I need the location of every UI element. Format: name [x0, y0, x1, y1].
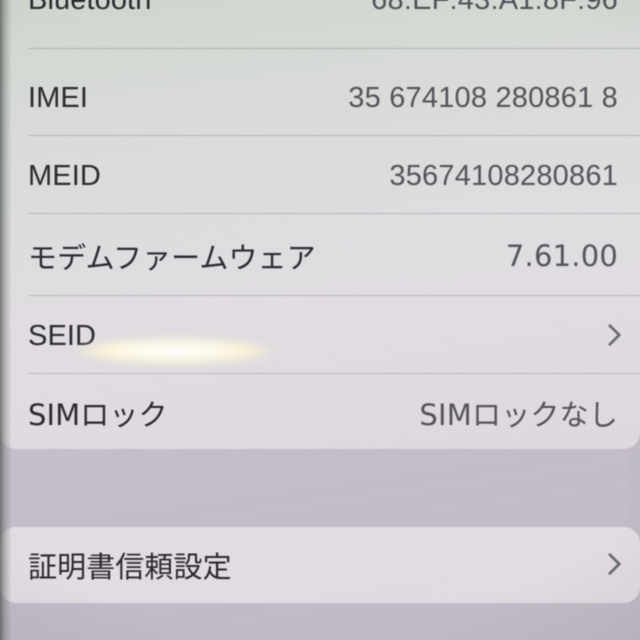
row-label-meid: MEID: [28, 159, 101, 192]
separator-imei-meid: [28, 135, 640, 136]
seid-redaction-glare: [72, 337, 277, 365]
row-value-sim-lock: SIMロックなし: [419, 398, 618, 432]
separator-bluetooth-imei: [28, 48, 640, 49]
device-bezel-shadow: [0, 0, 11, 640]
about-screen-photo: Bluetooth 68:EF:43:A1:8F:96 IMEI 35 6741…: [0, 0, 640, 640]
row-value-modem-firmware: 7.61.00: [505, 239, 618, 273]
row-value-bluetooth: 68:EF:43:A1:8F:96: [371, 0, 618, 17]
row-label-sim-lock: SIMロック: [28, 398, 168, 432]
separator-modem-seid: [28, 295, 640, 296]
row-label-modem-firmware: モデムファームウェア: [28, 241, 316, 275]
row-value-meid: 35674108280861: [389, 159, 618, 192]
row-label-imei: IMEI: [28, 81, 89, 114]
device-identifiers-card: Bluetooth 68:EF:43:A1:8F:96 IMEI 35 6741…: [0, 0, 640, 449]
chevron-right-icon: [601, 550, 618, 580]
chevron-right-icon: [601, 321, 618, 351]
row-meid[interactable]: MEID 35674108280861: [0, 139, 640, 213]
row-imei[interactable]: IMEI 35 674108 280861 8: [0, 61, 640, 135]
row-label-bluetooth: Bluetooth: [28, 0, 151, 17]
row-modem-firmware[interactable]: モデムファームウェア 7.61.00: [0, 217, 640, 295]
row-label-certificate-trust-settings: 証明書信頼設定: [28, 550, 232, 584]
row-certificate-trust-settings[interactable]: 証明書信頼設定: [0, 527, 640, 603]
row-sim-lock[interactable]: SIMロック SIMロックなし: [0, 377, 640, 449]
separator-seid-simlock: [28, 373, 640, 374]
separator-meid-modem: [28, 213, 640, 214]
row-value-imei: 35 674108 280861 8: [348, 81, 618, 114]
certificate-card: 証明書信頼設定: [0, 527, 640, 603]
